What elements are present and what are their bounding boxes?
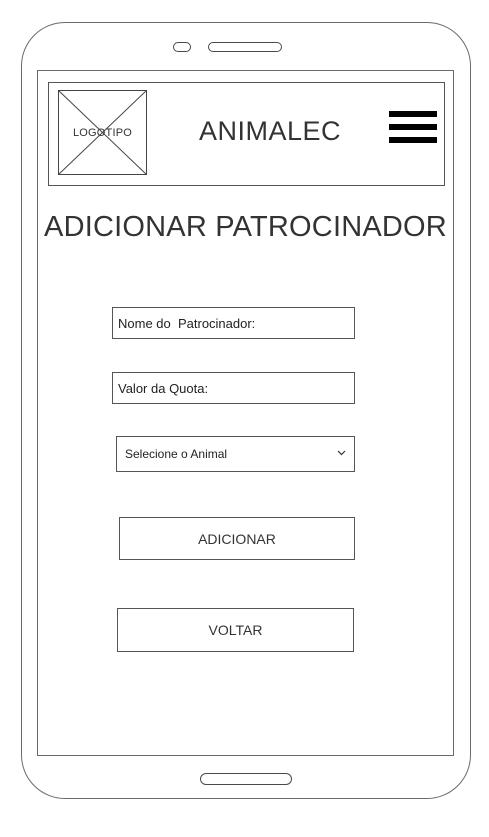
- page-title: ADICIONAR PATROCINADOR: [44, 211, 447, 243]
- app-header: LOGOTIPO ANIMALEC: [48, 82, 445, 186]
- animal-select[interactable]: Selecione o Animal: [116, 436, 355, 472]
- logo-placeholder: LOGOTIPO: [58, 90, 147, 175]
- speaker-grille: [208, 42, 282, 52]
- quota-value-field[interactable]: [112, 372, 355, 404]
- camera-icon: [173, 42, 191, 52]
- sponsor-name-field[interactable]: [112, 307, 355, 339]
- logo-label: LOGOTIPO: [72, 126, 133, 139]
- hamburger-menu-icon[interactable]: [389, 111, 437, 145]
- app-title: ANIMALEC: [199, 116, 342, 146]
- home-button[interactable]: [200, 773, 292, 785]
- back-button[interactable]: VOLTAR: [117, 608, 354, 652]
- screen: LOGOTIPO ANIMALEC ADICIONAR PATROCINADOR…: [37, 70, 454, 756]
- add-button[interactable]: ADICIONAR: [119, 517, 355, 560]
- sponsor-name-input[interactable]: [113, 308, 354, 338]
- chevron-down-icon: [337, 450, 346, 456]
- animal-select-value: Selecione o Animal: [125, 447, 228, 461]
- quota-value-input[interactable]: [113, 373, 354, 403]
